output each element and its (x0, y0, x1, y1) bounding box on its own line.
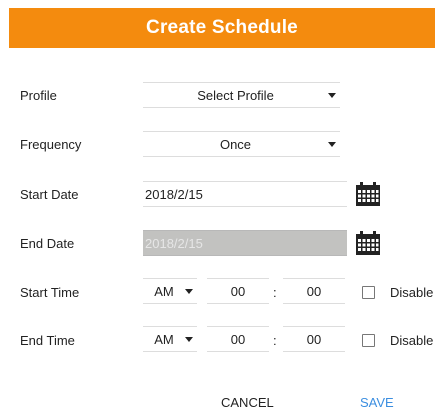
end-date-input[interactable] (143, 230, 347, 256)
calendar-icon[interactable] (355, 181, 381, 207)
profile-select-value: Select Profile (197, 87, 274, 103)
start-time-ampm-select[interactable]: AM (143, 278, 197, 304)
start-time-minute-field[interactable]: 00 (283, 278, 345, 304)
end-time-hour-value: 00 (230, 331, 246, 347)
start-time-minute-value: 00 (306, 283, 322, 299)
start-date-label: Start Date (20, 187, 79, 202)
dialog-header: Create Schedule (9, 8, 435, 48)
end-date-label: End Date (20, 236, 75, 251)
start-time-hour-value: 00 (230, 283, 246, 299)
end-time-minute-value: 00 (306, 331, 322, 347)
start-date-input[interactable] (143, 181, 347, 207)
start-time-label: Start Time (20, 285, 80, 300)
end-time-hour-field[interactable]: 00 (207, 326, 269, 352)
end-time-ampm-select[interactable]: AM (143, 326, 197, 352)
profile-label: Profile (20, 88, 57, 103)
frequency-select[interactable]: Once (143, 131, 340, 157)
chevron-down-icon (185, 336, 193, 342)
cancel-button[interactable]: CANCEL (221, 395, 274, 410)
chevron-down-icon (328, 141, 336, 147)
start-time-disable-label: Disable (390, 285, 434, 300)
profile-select[interactable]: Select Profile (143, 82, 340, 108)
start-time-hour-field[interactable]: 00 (207, 278, 269, 304)
save-button[interactable]: SAVE (360, 395, 394, 410)
end-time-minute-field[interactable]: 00 (283, 326, 345, 352)
end-time-ampm-value: AM (154, 331, 174, 347)
start-time-disable-checkbox[interactable] (362, 286, 375, 299)
frequency-label: Frequency (20, 137, 82, 152)
dialog-title: Create Schedule (146, 17, 298, 38)
end-time-label: End Time (20, 333, 75, 348)
chevron-down-icon (328, 92, 336, 98)
start-time-separator: : (273, 285, 277, 300)
chevron-down-icon (185, 288, 193, 294)
end-time-separator: : (273, 333, 277, 348)
frequency-select-value: Once (219, 136, 252, 152)
end-time-disable-checkbox[interactable] (362, 334, 375, 347)
end-time-disable-label: Disable (390, 333, 434, 348)
calendar-icon[interactable] (355, 230, 381, 256)
start-time-ampm-value: AM (154, 283, 174, 299)
